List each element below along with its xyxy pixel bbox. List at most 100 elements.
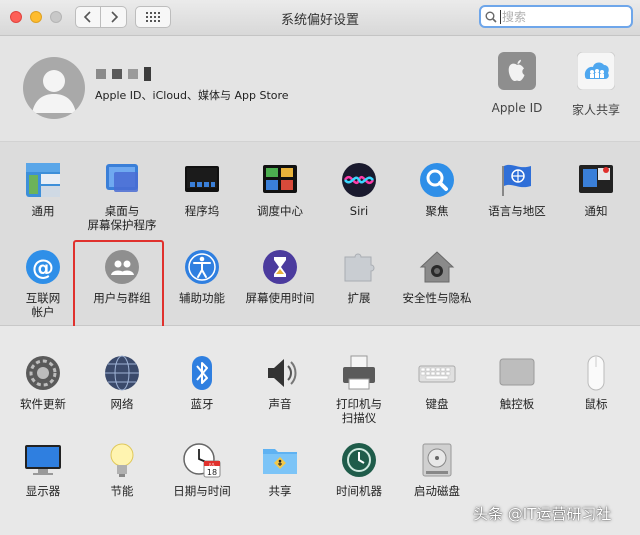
- pref-label: 安全性与隐私: [402, 291, 472, 305]
- calendar-month: JUL: [208, 462, 215, 466]
- pref-mission-control[interactable]: 调度中心: [240, 160, 320, 218]
- pref-date-time[interactable]: JUL 18 日期与时间: [162, 440, 242, 498]
- pref-security-privacy[interactable]: 安全性与隐私: [397, 247, 477, 305]
- pref-keyboard[interactable]: 键盘: [397, 353, 477, 411]
- software-update-icon: [23, 353, 63, 393]
- search-placeholder: 搜索: [500, 9, 527, 24]
- pref-mouse[interactable]: 鼠标: [556, 353, 636, 411]
- mouse-icon: [576, 353, 616, 393]
- title-bar: 系统偏好设置 搜索: [0, 0, 640, 36]
- pref-sharing[interactable]: 共享: [240, 440, 320, 498]
- dock-icon: [182, 160, 222, 200]
- pref-time-machine[interactable]: 时间机器: [319, 440, 399, 498]
- pref-notifications[interactable]: 通知: [556, 160, 636, 218]
- pref-desktop-screensaver[interactable]: 桌面与 屏幕保护程序: [82, 160, 162, 232]
- pref-accessibility[interactable]: 辅助功能: [162, 247, 242, 305]
- pref-label: 辅助功能: [179, 291, 225, 305]
- trackpad-icon: [497, 353, 537, 393]
- pref-label: 通用: [31, 204, 55, 218]
- apple-id-label: Apple ID: [491, 101, 543, 115]
- pref-label: 启动磁盘: [414, 484, 460, 498]
- svg-text:@: @: [32, 256, 54, 281]
- pref-screen-time[interactable]: 屏幕使用时间: [240, 247, 320, 305]
- desktop-screensaver-icon: [102, 160, 142, 200]
- pref-dock[interactable]: 程序坞: [162, 160, 242, 218]
- notifications-icon: [576, 160, 616, 200]
- internet-accounts-icon: @: [23, 247, 63, 287]
- pref-spotlight[interactable]: 聚焦: [397, 160, 477, 218]
- pref-label: 节能: [110, 484, 134, 498]
- apple-id-pane[interactable]: Apple ID: [477, 52, 557, 115]
- pref-internet-accounts[interactable]: @ 互联网 帐户: [3, 247, 83, 319]
- account-subtitle: Apple ID、iCloud、媒体与 App Store: [95, 89, 289, 102]
- pref-label: 程序坞: [184, 204, 220, 218]
- sharing-folder-icon: [260, 440, 300, 480]
- pref-software-update[interactable]: 软件更新: [3, 353, 83, 411]
- pref-label: 聚焦: [425, 204, 449, 218]
- family-sharing-pane[interactable]: 家人共享: [556, 51, 636, 118]
- spotlight-icon: [417, 160, 457, 200]
- hard-disk-icon: [417, 440, 457, 480]
- pref-label: 打印机与 扫描仪: [336, 397, 382, 425]
- pref-trackpad[interactable]: 触控板: [477, 353, 557, 411]
- pref-language-region[interactable]: 语言与地区: [477, 160, 557, 218]
- pref-sound[interactable]: 声音: [240, 353, 320, 411]
- pref-label: 声音: [268, 397, 292, 411]
- person-silhouette-icon: [32, 70, 76, 113]
- lightbulb-icon: [102, 440, 142, 480]
- family-sharing-icon: [576, 51, 616, 91]
- network-globe-icon: [102, 353, 142, 393]
- pref-printers-scanners[interactable]: 打印机与 扫描仪: [319, 353, 399, 425]
- pref-label: 显示器: [25, 484, 61, 498]
- pref-label: 共享: [268, 484, 292, 498]
- pref-label: 语言与地区: [488, 204, 546, 218]
- blurred-username: [96, 67, 151, 81]
- extensions-icon: [339, 247, 379, 287]
- pref-label: 调度中心: [257, 204, 303, 218]
- pref-label: 桌面与 屏幕保护程序: [87, 204, 157, 232]
- pref-label: 屏幕使用时间: [245, 291, 315, 305]
- display-icon: [23, 440, 63, 480]
- pref-label: 扩展: [347, 291, 371, 305]
- pref-label: Siri: [349, 204, 369, 218]
- screen-time-icon: [260, 247, 300, 287]
- pref-label: 触控板: [499, 397, 535, 411]
- pref-label: 时间机器: [336, 484, 382, 498]
- pref-network[interactable]: 网络: [82, 353, 162, 411]
- pref-extensions[interactable]: 扩展: [319, 247, 399, 305]
- search-icon: [485, 11, 497, 23]
- pref-label: 日期与时间: [173, 484, 231, 498]
- speaker-icon: [260, 353, 300, 393]
- pref-label: 软件更新: [20, 397, 66, 411]
- account-header: Apple ID、iCloud、媒体与 App Store Apple ID 家…: [0, 36, 640, 142]
- users-groups-highlight-box: [73, 240, 164, 336]
- keyboard-icon: [417, 353, 457, 393]
- accessibility-icon: [182, 247, 222, 287]
- pref-label: 键盘: [425, 397, 449, 411]
- clock-calendar-icon: JUL 18: [182, 440, 222, 480]
- pref-startup-disk[interactable]: 启动磁盘: [397, 440, 477, 498]
- pref-general[interactable]: 通用: [3, 160, 83, 218]
- mission-control-icon: [260, 160, 300, 200]
- bluetooth-icon: [182, 353, 222, 393]
- language-region-icon: [497, 160, 537, 200]
- pref-energy-saver[interactable]: 节能: [82, 440, 162, 498]
- general-icon: [23, 160, 63, 200]
- pref-displays[interactable]: 显示器: [3, 440, 83, 498]
- family-sharing-label: 家人共享: [571, 103, 620, 117]
- pref-label: 互联网 帐户: [25, 291, 61, 319]
- calendar-day: 18: [207, 468, 217, 477]
- pref-label: 蓝牙: [190, 397, 214, 411]
- siri-icon: [339, 160, 379, 200]
- user-avatar[interactable]: [23, 57, 85, 119]
- pref-label: 网络: [110, 397, 134, 411]
- printer-icon: [339, 353, 379, 393]
- search-field[interactable]: 搜索: [479, 5, 633, 28]
- pref-bluetooth[interactable]: 蓝牙: [162, 353, 242, 411]
- pref-siri[interactable]: Siri: [319, 160, 399, 218]
- apple-logo-icon: [498, 52, 536, 90]
- security-house-icon: [417, 247, 457, 287]
- pref-label: 通知: [584, 204, 608, 218]
- watermark: 头条 @IT运营研习社: [473, 505, 612, 523]
- time-machine-icon: [339, 440, 379, 480]
